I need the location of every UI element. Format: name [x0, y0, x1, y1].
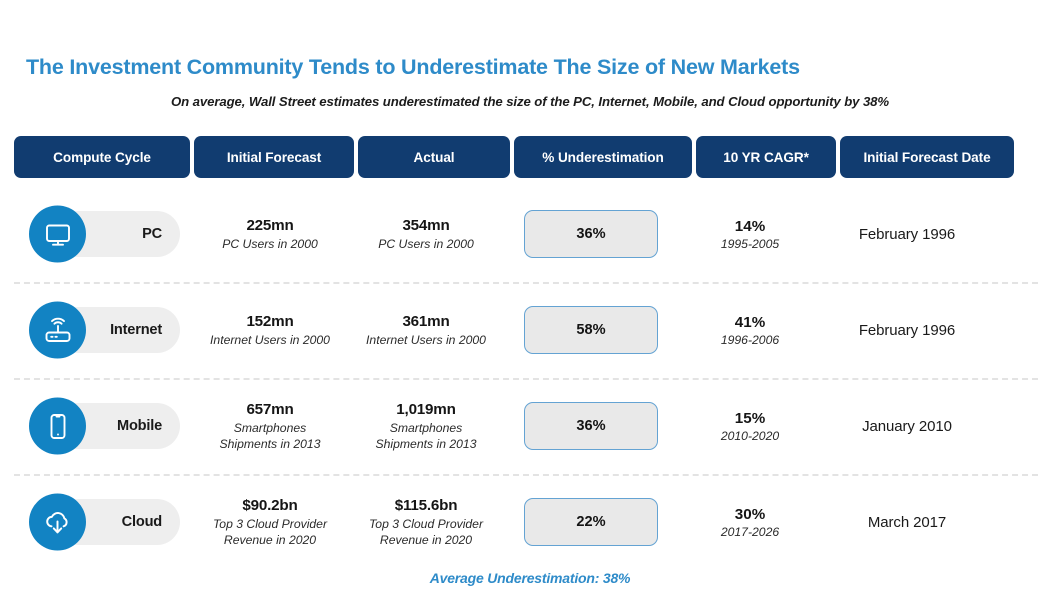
- actual-value: 361mn: [402, 312, 450, 330]
- forecast-value: 152mn: [246, 312, 294, 330]
- cloud-download-icon: [29, 493, 86, 551]
- underestimation-badge: 36%: [524, 210, 658, 258]
- column-header-compute-cycle: Compute Cycle: [14, 136, 190, 178]
- cagr-period: 1995-2005: [720, 236, 780, 251]
- initial-forecast-cell: $90.2bn Top 3 Cloud Provider Revenue in …: [190, 474, 350, 570]
- table-header-row: Compute Cycle Initial Forecast Actual % …: [14, 136, 1046, 178]
- compute-cycle-cell: Mobile: [14, 378, 190, 474]
- actual-subtext: Top 3 Cloud Provider Revenue in 2020: [368, 516, 484, 547]
- cagr-cell: 41% 1996-2006: [680, 282, 820, 378]
- actual-subtext: Smartphones Shipments in 2013: [375, 420, 477, 451]
- cagr-cell: 15% 2010-2020: [680, 378, 820, 474]
- compute-cycle-cell: Internet: [14, 282, 190, 378]
- desktop-monitor-icon: [29, 205, 86, 263]
- actual-cell: 354mn PC Users in 2000: [350, 186, 502, 282]
- table-body: PC 225mn PC Users in 2000 354mn PC Users…: [14, 186, 1046, 570]
- cycle-label: Mobile: [116, 418, 162, 434]
- initial-forecast-cell: 657mn Smartphones Shipments in 2013: [190, 378, 350, 474]
- cagr-period: 2010-2020: [720, 428, 780, 443]
- cagr-cell: 14% 1995-2005: [680, 186, 820, 282]
- actual-cell: $115.6bn Top 3 Cloud Provider Revenue in…: [350, 474, 502, 570]
- forecast-date-cell: January 2010: [862, 417, 952, 435]
- table-row: PC 225mn PC Users in 2000 354mn PC Users…: [14, 186, 1046, 282]
- column-header-actual: Actual: [358, 136, 510, 178]
- cycle-label: Internet: [110, 322, 162, 338]
- cagr-value: 30%: [734, 505, 766, 523]
- initial-forecast-cell: 225mn PC Users in 2000: [190, 186, 350, 282]
- underestimation-cell: 36%: [502, 378, 680, 474]
- forecast-date-cell: February 1996: [858, 225, 956, 243]
- underestimation-cell: 22%: [502, 474, 680, 570]
- average-underestimation-note: Average Underestimation: 38%: [429, 570, 631, 586]
- cagr-value: 15%: [734, 409, 766, 427]
- forecast-subtext: Top 3 Cloud Provider Revenue in 2020: [212, 516, 328, 547]
- cycle-label: Cloud: [121, 514, 163, 530]
- underestimation-badge: 22%: [524, 498, 658, 546]
- column-header-forecast-date: Initial Forecast Date: [840, 136, 1014, 178]
- smartphone-icon: [29, 397, 86, 455]
- forecast-value: 225mn: [246, 216, 294, 234]
- column-header-cagr: 10 YR CAGR*: [696, 136, 836, 178]
- compute-cycle-cell: Cloud: [14, 474, 190, 570]
- underestimation-badge: 58%: [524, 306, 658, 354]
- actual-value: 354mn: [402, 216, 450, 234]
- column-header-underestimation: % Underestimation: [514, 136, 692, 178]
- forecast-date-cell: March 2017: [867, 513, 947, 531]
- forecast-value: $90.2bn: [242, 496, 298, 514]
- cagr-period: 1996-2006: [720, 332, 780, 347]
- compute-cycle-cell: PC: [14, 186, 190, 282]
- cycle-label: PC: [142, 226, 162, 242]
- forecast-subtext: Internet Users in 2000: [210, 332, 330, 347]
- cagr-value: 41%: [734, 313, 766, 331]
- actual-cell: 1,019mn Smartphones Shipments in 2013: [350, 378, 502, 474]
- page-subtitle: On average, Wall Street estimates undere…: [170, 94, 890, 109]
- forecast-date-cell: February 1996: [858, 321, 956, 339]
- cagr-period: 2017-2026: [720, 524, 780, 539]
- table-row: Cloud $90.2bn Top 3 Cloud Provider Reven…: [14, 474, 1046, 570]
- initial-forecast-cell: 152mn Internet Users in 2000: [190, 282, 350, 378]
- column-header-initial-forecast: Initial Forecast: [194, 136, 354, 178]
- cagr-value: 14%: [734, 217, 766, 235]
- underestimation-cell: 58%: [502, 282, 680, 378]
- actual-subtext: Internet Users in 2000: [366, 332, 486, 347]
- forecast-subtext: PC Users in 2000: [222, 236, 318, 251]
- cagr-cell: 30% 2017-2026: [680, 474, 820, 570]
- table-row: Internet 152mn Internet Users in 2000 36…: [14, 282, 1046, 378]
- wifi-router-icon: [29, 301, 86, 359]
- forecast-value: 657mn: [246, 400, 294, 418]
- page-title: The Investment Community Tends to Undere…: [26, 55, 800, 79]
- table-row: Mobile 657mn Smartphones Shipments in 20…: [14, 378, 1046, 474]
- actual-subtext: PC Users in 2000: [378, 236, 474, 251]
- underestimation-cell: 36%: [502, 186, 680, 282]
- underestimation-badge: 36%: [524, 402, 658, 450]
- actual-value: 1,019mn: [396, 400, 456, 418]
- slide-root: The Investment Community Tends to Undere…: [0, 0, 1060, 604]
- forecast-subtext: Smartphones Shipments in 2013: [219, 420, 321, 451]
- actual-cell: 361mn Internet Users in 2000: [350, 282, 502, 378]
- actual-value: $115.6bn: [394, 496, 458, 514]
